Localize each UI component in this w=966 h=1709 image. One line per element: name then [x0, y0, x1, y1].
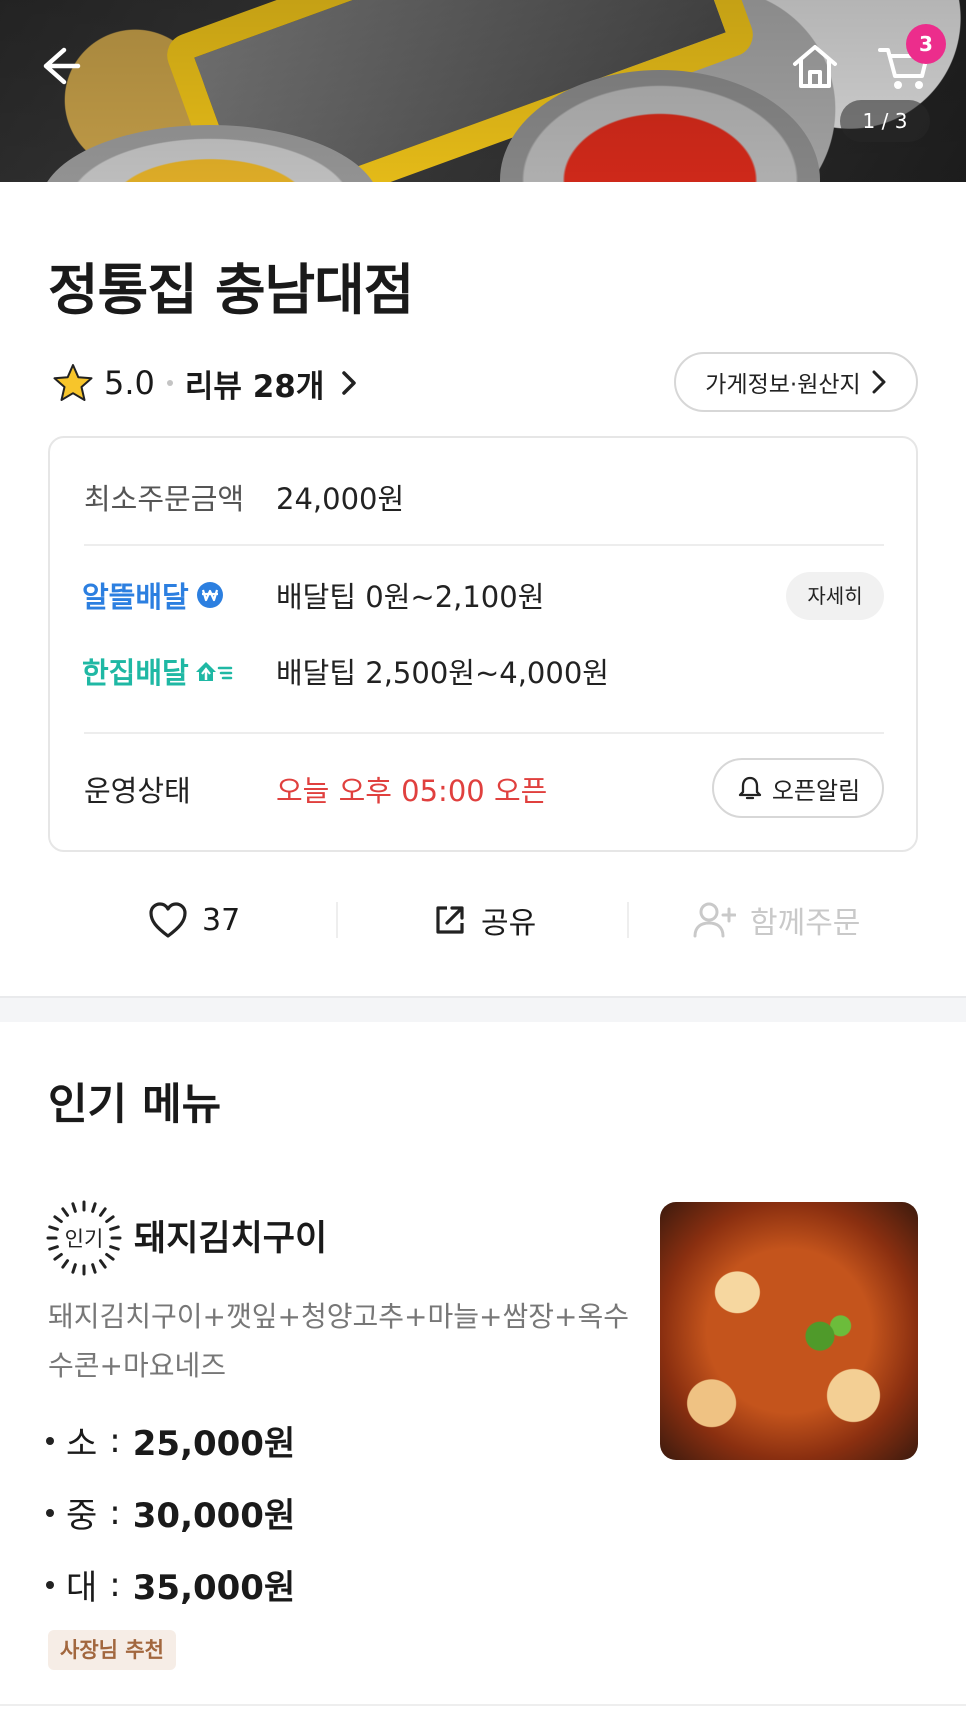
home-button[interactable] — [787, 38, 843, 94]
delivery-tip-budget: 배달팁 0원~2,100원 — [276, 580, 545, 614]
price-size: 소 — [66, 1424, 98, 1464]
store-info-card: 최소주문금액 24,000원 알뜰배달 배달팁 0원~2,100원 자세히 한집… — [48, 436, 918, 852]
rating-row: 5.0 리뷰 28개 — [52, 360, 360, 406]
burst-ray — [61, 1259, 70, 1269]
price-value: 30,000원 — [132, 1496, 296, 1536]
share-icon — [436, 906, 464, 934]
store-name: 정통집 충남대점 — [48, 258, 414, 322]
burst-ray — [105, 1252, 115, 1261]
house-speed-icon — [195, 662, 232, 681]
won-coin-icon — [196, 582, 223, 608]
star-icon — [53, 364, 93, 401]
bullet — [46, 1436, 54, 1445]
popular-badge-label: 인기 — [65, 1227, 104, 1251]
burst-ray — [48, 1225, 59, 1231]
like-count: 37 — [202, 902, 241, 938]
divider — [84, 544, 884, 546]
burst-ray — [91, 1202, 97, 1213]
burst-ray — [53, 1215, 63, 1224]
delivery-tip-single: 배달팁 2,500원~4,000원 — [276, 656, 609, 690]
price-colon: : — [109, 1420, 121, 1461]
burst-ray — [71, 1263, 77, 1274]
action-row: 37 공유 함께주문 — [0, 890, 966, 950]
menu-item-name[interactable]: 돼지김치구이 — [134, 1210, 327, 1261]
burst-ray — [61, 1207, 70, 1217]
price-line: 중 : 30,000원 — [46, 1488, 295, 1537]
like-button[interactable]: 37 — [148, 890, 240, 950]
add-person-icon — [693, 902, 736, 938]
divider — [84, 732, 884, 734]
section-divider — [0, 996, 966, 1022]
divider — [627, 902, 629, 938]
price-size: 대 — [66, 1568, 98, 1608]
home-icon — [793, 45, 837, 88]
delivery-option-name: 알뜰배달 — [82, 580, 189, 614]
bullet — [46, 1580, 54, 1589]
chevron-right-icon — [872, 370, 886, 394]
cart-count-badge: 3 — [906, 24, 946, 64]
delivery-option-name: 한집배달 — [82, 656, 189, 690]
popular-badge: 인기 — [46, 1200, 122, 1276]
burst-ray — [71, 1202, 77, 1213]
price-line: 대 : 35,000원 — [46, 1560, 295, 1609]
menu-item-photo[interactable] — [660, 1202, 918, 1460]
burst-ray — [109, 1245, 120, 1251]
price-line: 소 : 25,000원 — [46, 1416, 295, 1465]
group-order-button[interactable]: 함께주문 — [692, 890, 860, 950]
price-value: 25,000원 — [132, 1424, 296, 1464]
review-link[interactable]: 리뷰 28개 — [185, 361, 361, 406]
chevron-right-icon — [342, 371, 357, 395]
burst-ray — [109, 1225, 120, 1231]
review-count-label: 리뷰 28개 — [184, 368, 325, 405]
heart-icon — [149, 902, 187, 938]
dot-separator — [166, 380, 173, 386]
share-label: 공유 — [481, 906, 537, 941]
divider — [336, 902, 338, 938]
delivery-option-budget: 알뜰배달 — [82, 574, 225, 616]
burst-ray — [98, 1259, 107, 1269]
delivery-option-single: 한집배달 — [82, 650, 233, 692]
min-order-label: 최소주문금액 — [84, 482, 245, 516]
burst-ray — [105, 1215, 115, 1224]
divider — [0, 1704, 966, 1706]
popular-menu-title: 인기 메뉴 — [48, 1080, 222, 1130]
burst-ray — [91, 1263, 97, 1274]
open-alarm-label: 오픈알림 — [771, 776, 861, 805]
open-alarm-button[interactable]: 오픈알림 — [712, 758, 884, 818]
burst-ray — [98, 1207, 107, 1217]
burst-ray — [48, 1245, 59, 1251]
burst-ray — [53, 1252, 63, 1261]
status-value: 오늘 오후 05:00 오픈 — [276, 774, 548, 808]
group-order-label: 함께주문 — [750, 906, 861, 941]
back-button[interactable] — [30, 38, 86, 94]
price-size: 중 — [66, 1496, 98, 1536]
price-colon: : — [109, 1492, 121, 1533]
min-order-value: 24,000원 — [276, 482, 405, 516]
store-info-label: 가게정보·원산지 — [705, 372, 861, 398]
store-info-button[interactable]: 가게정보·원산지 — [674, 352, 918, 412]
bell-icon — [738, 776, 761, 800]
status-label: 운영상태 — [84, 774, 191, 808]
price-colon: : — [109, 1564, 121, 1605]
owner-recommend-tag: 사장님 추천 — [48, 1630, 176, 1670]
burst-badge-icon: 인기 — [46, 1200, 122, 1276]
rating-value: 5.0 — [104, 364, 155, 402]
share-button[interactable]: 공유 — [433, 890, 536, 950]
delivery-detail-button[interactable]: 자세히 — [786, 572, 884, 620]
back-arrow-icon — [43, 47, 81, 85]
photo-counter: 1 / 3 — [840, 100, 930, 142]
bullet — [46, 1508, 54, 1517]
price-value: 35,000원 — [132, 1568, 296, 1608]
menu-item-description: 돼지김치구이+깻잎+청양고추+마늘+쌈장+옥수수콘+마요네즈 — [48, 1300, 629, 1382]
